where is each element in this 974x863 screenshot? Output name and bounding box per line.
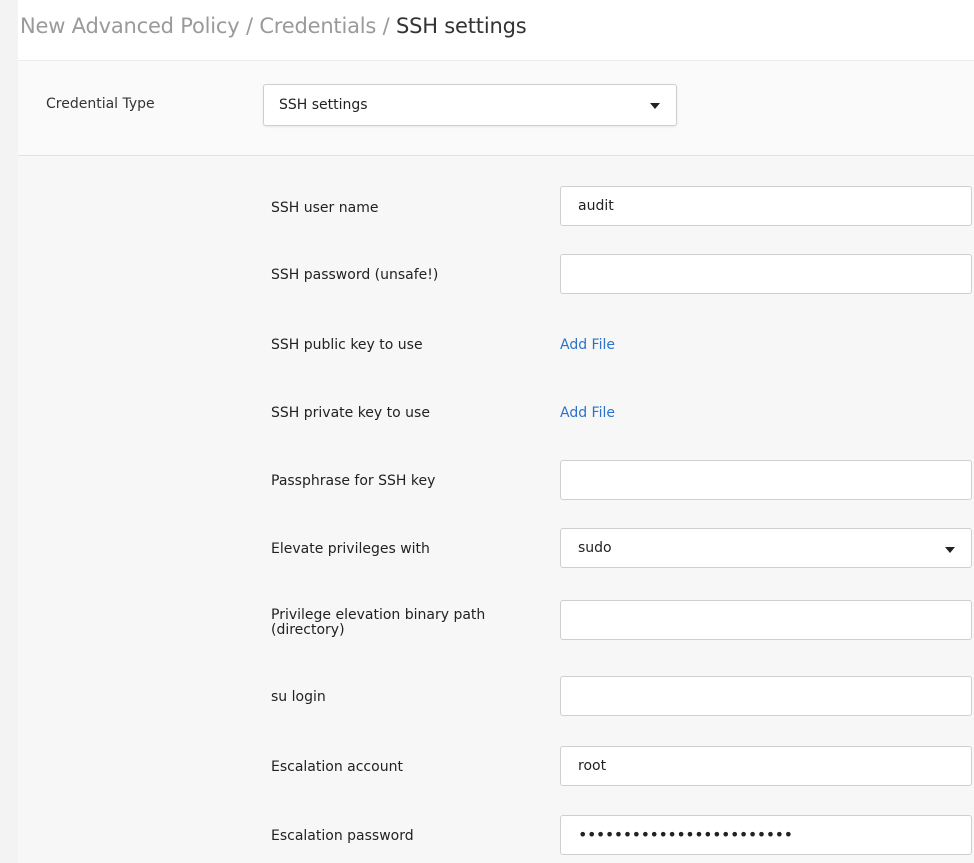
elevate-privileges-select[interactable]: sudo (560, 528, 972, 568)
passphrase-label: Passphrase for SSH key (271, 473, 436, 489)
ssh-user-name-value: audit (578, 198, 614, 214)
ssh-private-key-label: SSH private key to use (271, 405, 430, 421)
ssh-user-name-label: SSH user name (271, 200, 379, 216)
chevron-down-icon (650, 103, 660, 109)
breadcrumb-current: SSH settings (395, 14, 527, 38)
ssh-private-key-add-file-link[interactable]: Add File (560, 405, 615, 421)
escalation-password-value: •••••••••••••••••••••••• (578, 825, 793, 844)
escalation-account-label: Escalation account (271, 759, 403, 775)
elevate-privileges-value: sudo (578, 540, 612, 556)
chevron-down-icon (945, 547, 955, 553)
page: New Advanced Policy / Credentials / SSH … (0, 0, 974, 863)
left-gutter (0, 0, 18, 863)
elevation-path-input[interactable] (560, 600, 972, 640)
escalation-account-value: root (578, 758, 607, 774)
su-login-input[interactable] (560, 676, 972, 716)
escalation-account-input[interactable]: root (560, 746, 972, 786)
ssh-password-input[interactable] (560, 254, 972, 294)
elevate-privileges-label: Elevate privileges with (271, 541, 430, 557)
credential-type-select[interactable]: SSH settings (263, 84, 677, 126)
credential-type-label: Credential Type (46, 96, 155, 112)
breadcrumb: New Advanced Policy / Credentials / SSH … (20, 14, 527, 38)
su-login-label: su login (271, 689, 326, 705)
escalation-password-input[interactable]: •••••••••••••••••••••••• (560, 815, 972, 855)
ssh-password-label: SSH password (unsafe!) (271, 267, 439, 283)
elevation-path-label: Privilege elevation binary path (directo… (271, 607, 486, 638)
escalation-password-label: Escalation password (271, 828, 414, 844)
ssh-public-key-add-file-link[interactable]: Add File (560, 337, 615, 353)
passphrase-input[interactable] (560, 460, 972, 500)
ssh-user-name-input[interactable]: audit (560, 186, 972, 226)
ssh-public-key-label: SSH public key to use (271, 337, 423, 353)
credential-type-value: SSH settings (279, 97, 368, 113)
breadcrumb-path[interactable]: New Advanced Policy / Credentials / (20, 14, 396, 38)
